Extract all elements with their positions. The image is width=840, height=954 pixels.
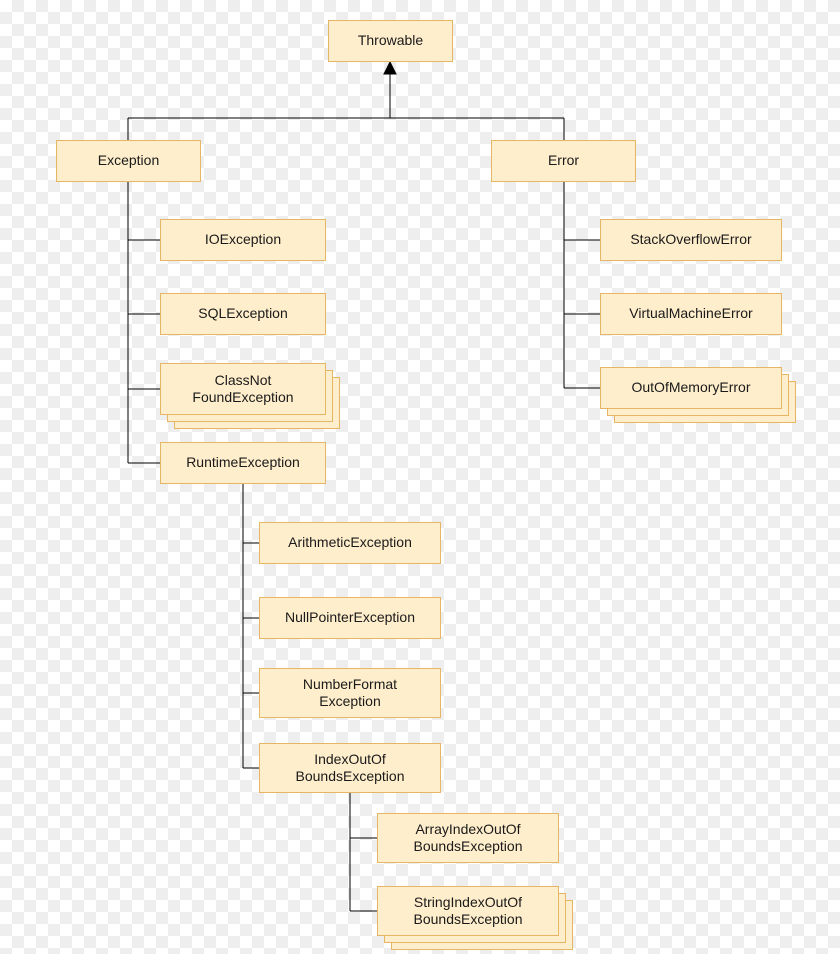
node-label: IndexOutOf BoundsException	[296, 751, 405, 786]
node-ioexception: IOException	[160, 219, 326, 261]
node-arithmetic: ArithmeticException	[259, 522, 441, 564]
node-label: Exception	[98, 152, 159, 170]
node-nullpointer: NullPointerException	[259, 597, 441, 639]
node-label: Error	[548, 152, 579, 170]
node-arrayindex: ArrayIndexOutOf BoundsException	[377, 813, 559, 863]
node-numberformat: NumberFormat Exception	[259, 668, 441, 718]
node-label: ClassNot FoundException	[192, 372, 293, 407]
node-error: Error	[491, 140, 636, 182]
node-throwable: Throwable	[328, 20, 453, 62]
node-virtualmachine: VirtualMachineError	[600, 293, 782, 335]
node-indexoutofbounds: IndexOutOf BoundsException	[259, 743, 441, 793]
node-label: StringIndexOutOf BoundsException	[414, 894, 523, 929]
node-exception: Exception	[56, 140, 201, 182]
node-label: Throwable	[358, 32, 423, 50]
node-stackoverflow: StackOverflowError	[600, 219, 782, 261]
node-label: StackOverflowError	[630, 231, 751, 249]
node-label: OutOfMemoryError	[631, 379, 750, 397]
node-stringindex: StringIndexOutOf BoundsException	[377, 886, 559, 936]
node-label: ArrayIndexOutOf BoundsException	[414, 821, 523, 856]
node-label: RuntimeException	[186, 454, 300, 472]
node-runtimeexception: RuntimeException	[160, 442, 326, 484]
node-label: ArithmeticException	[288, 534, 412, 552]
node-label: NullPointerException	[285, 609, 415, 627]
node-label: VirtualMachineError	[629, 305, 752, 323]
node-label: SQLException	[198, 305, 288, 323]
diagram-canvas: Throwable Exception Error IOException SQ…	[0, 0, 840, 954]
node-classnotfound: ClassNot FoundException	[160, 363, 326, 415]
node-sqlexception: SQLException	[160, 293, 326, 335]
node-label: IOException	[205, 231, 281, 249]
node-label: NumberFormat Exception	[303, 676, 397, 711]
node-outofmemory: OutOfMemoryError	[600, 367, 782, 409]
